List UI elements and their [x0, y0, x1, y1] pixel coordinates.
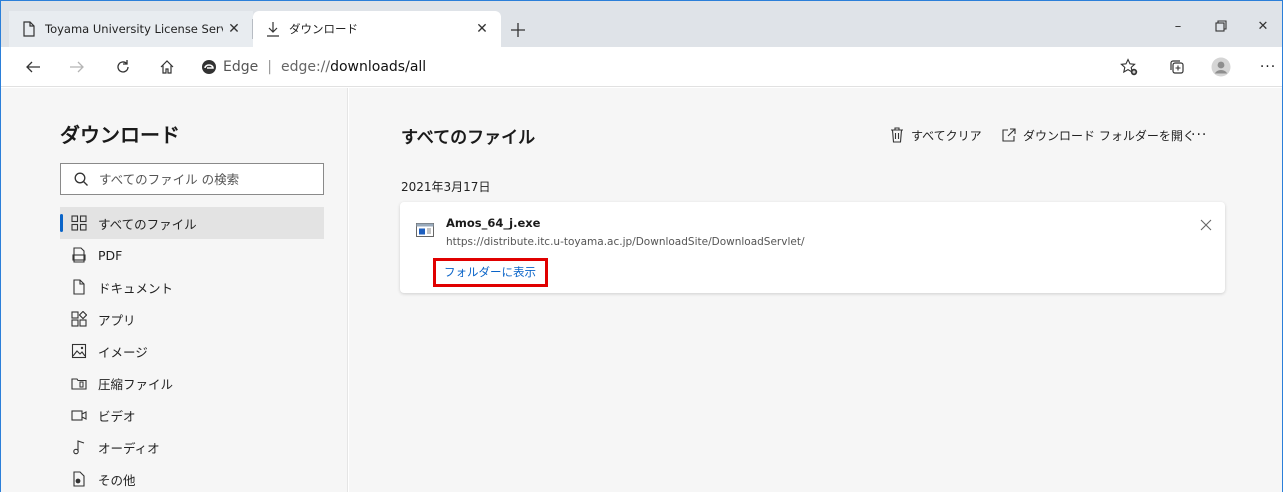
sidebar-item-label: すべてのファイル [98, 216, 197, 232]
settings-more-button[interactable]: ··· [1254, 53, 1282, 81]
close-icon [1200, 219, 1212, 231]
audio-icon [70, 438, 88, 456]
document-icon [70, 278, 88, 296]
sidebar-item-label: その他 [98, 472, 136, 488]
remove-download-button[interactable] [1197, 216, 1215, 234]
downloads-sidebar: ダウンロード すべてのファイル PDF ドキュメン [1, 88, 348, 492]
page-icon [21, 21, 37, 37]
address-bar[interactable]: Edge | edge:// downloads/all [201, 55, 1101, 79]
clear-all-button[interactable]: すべてクリア [889, 124, 982, 146]
file-name[interactable]: Amos_64_j.exe [446, 216, 540, 230]
sidebar-item-label: オーディオ [98, 440, 160, 456]
sidebar-item-label: PDF [98, 247, 123, 263]
restore-button[interactable] [1201, 11, 1241, 41]
edge-chip: Edge [201, 59, 258, 75]
file-type-nav: すべてのファイル PDF ドキュメント アプリ イメージ 圧縮ファイル ビデオ … [60, 207, 324, 492]
address-toolbar: Edge | edge:// downloads/all ··· [1, 47, 1282, 87]
downloads-main: すべてのファイル すべてクリア ダウンロード フォルダーを開く ··· 2021… [349, 88, 1282, 492]
sidebar-item-label: ドキュメント [98, 280, 174, 296]
trash-icon [889, 127, 905, 143]
refresh-icon [117, 60, 129, 73]
image-icon [70, 342, 88, 360]
download-item: Amos_64_j.exe https://distribute.itc.u-t… [400, 202, 1225, 293]
sidebar-item-archives[interactable]: 圧縮ファイル [60, 367, 324, 399]
search-input[interactable] [99, 171, 299, 187]
grid-icon [70, 214, 88, 232]
sidebar-item-images[interactable]: イメージ [60, 335, 324, 367]
edge-logo-icon [202, 60, 216, 74]
address-separator: | [267, 59, 272, 75]
add-favorite-button[interactable] [1115, 53, 1143, 81]
home-icon [160, 60, 174, 74]
profile-button[interactable] [1207, 53, 1235, 81]
tab-label: ダウンロード [289, 22, 358, 36]
sidebar-title: ダウンロード [60, 123, 180, 147]
more-icon: ··· [1259, 59, 1277, 75]
star-add-icon [1120, 58, 1138, 76]
sidebar-item-label: イメージ [98, 344, 148, 360]
video-icon [70, 406, 88, 424]
exe-file-icon [416, 222, 434, 238]
sidebar-item-label: ビデオ [98, 408, 136, 424]
edge-chip-label: Edge [223, 59, 259, 75]
sidebar-item-video[interactable]: ビデオ [60, 399, 324, 431]
collections-icon [1170, 60, 1184, 74]
sidebar-item-apps[interactable]: アプリ [60, 303, 324, 335]
date-group-heading: 2021年3月17日 [401, 180, 491, 194]
page-title: すべてのファイル [401, 128, 536, 148]
pdf-icon [70, 246, 88, 264]
file-source-url: https://distribute.itc.u-toyama.ac.jp/Do… [446, 236, 805, 248]
open-downloads-folder-button[interactable]: ダウンロード フォルダーを開く [1001, 124, 1195, 146]
browser-window: Toyama University License Server ✕ ダウンロー… [0, 0, 1283, 492]
forward-arrow-icon [70, 61, 84, 73]
url-scheme: edge:// [280, 59, 331, 75]
close-window-button[interactable]: ✕ [1243, 11, 1283, 41]
plus-icon [511, 23, 525, 37]
minimize-button[interactable]: – [1158, 11, 1198, 41]
show-in-folder-link[interactable]: フォルダーに表示 [433, 258, 548, 287]
tab-label: Toyama University License Server [45, 22, 223, 36]
download-icon [265, 21, 281, 37]
sidebar-item-all-files[interactable]: すべてのファイル [60, 207, 324, 239]
search-box[interactable] [60, 163, 324, 195]
back-button[interactable] [19, 53, 47, 81]
tab-license-server[interactable]: Toyama University License Server ✕ [9, 11, 253, 47]
avatar-icon [1211, 57, 1231, 77]
open-external-icon [1001, 127, 1017, 143]
back-arrow-icon [26, 61, 40, 73]
sidebar-item-audio[interactable]: オーディオ [60, 431, 324, 463]
new-tab-button[interactable] [506, 18, 530, 42]
sidebar-item-documents[interactable]: ドキュメント [60, 271, 324, 303]
sidebar-item-pdf[interactable]: PDF [60, 239, 324, 271]
tab-close-button[interactable]: ✕ [223, 18, 245, 40]
home-button[interactable] [153, 53, 181, 81]
more-options-button[interactable]: ··· [1191, 124, 1207, 146]
archive-icon [70, 374, 88, 392]
tab-close-button[interactable]: ✕ [471, 18, 493, 40]
restore-icon [1215, 20, 1227, 32]
refresh-button[interactable] [109, 53, 137, 81]
sidebar-item-label: アプリ [98, 312, 136, 328]
search-icon [74, 172, 88, 186]
clear-all-label: すべてクリア [911, 128, 982, 143]
sidebar-item-label: 圧縮ファイル [98, 376, 174, 392]
other-icon [70, 470, 88, 488]
url-path: downloads/all [330, 59, 427, 75]
tab-strip: Toyama University License Server ✕ ダウンロー… [1, 1, 1282, 47]
forward-button[interactable] [63, 53, 91, 81]
apps-icon [70, 310, 88, 328]
sidebar-item-other[interactable]: その他 [60, 463, 324, 492]
collections-button[interactable] [1163, 53, 1191, 81]
open-folder-label: ダウンロード フォルダーを開く [1023, 128, 1195, 143]
tab-downloads[interactable]: ダウンロード ✕ [253, 11, 501, 47]
